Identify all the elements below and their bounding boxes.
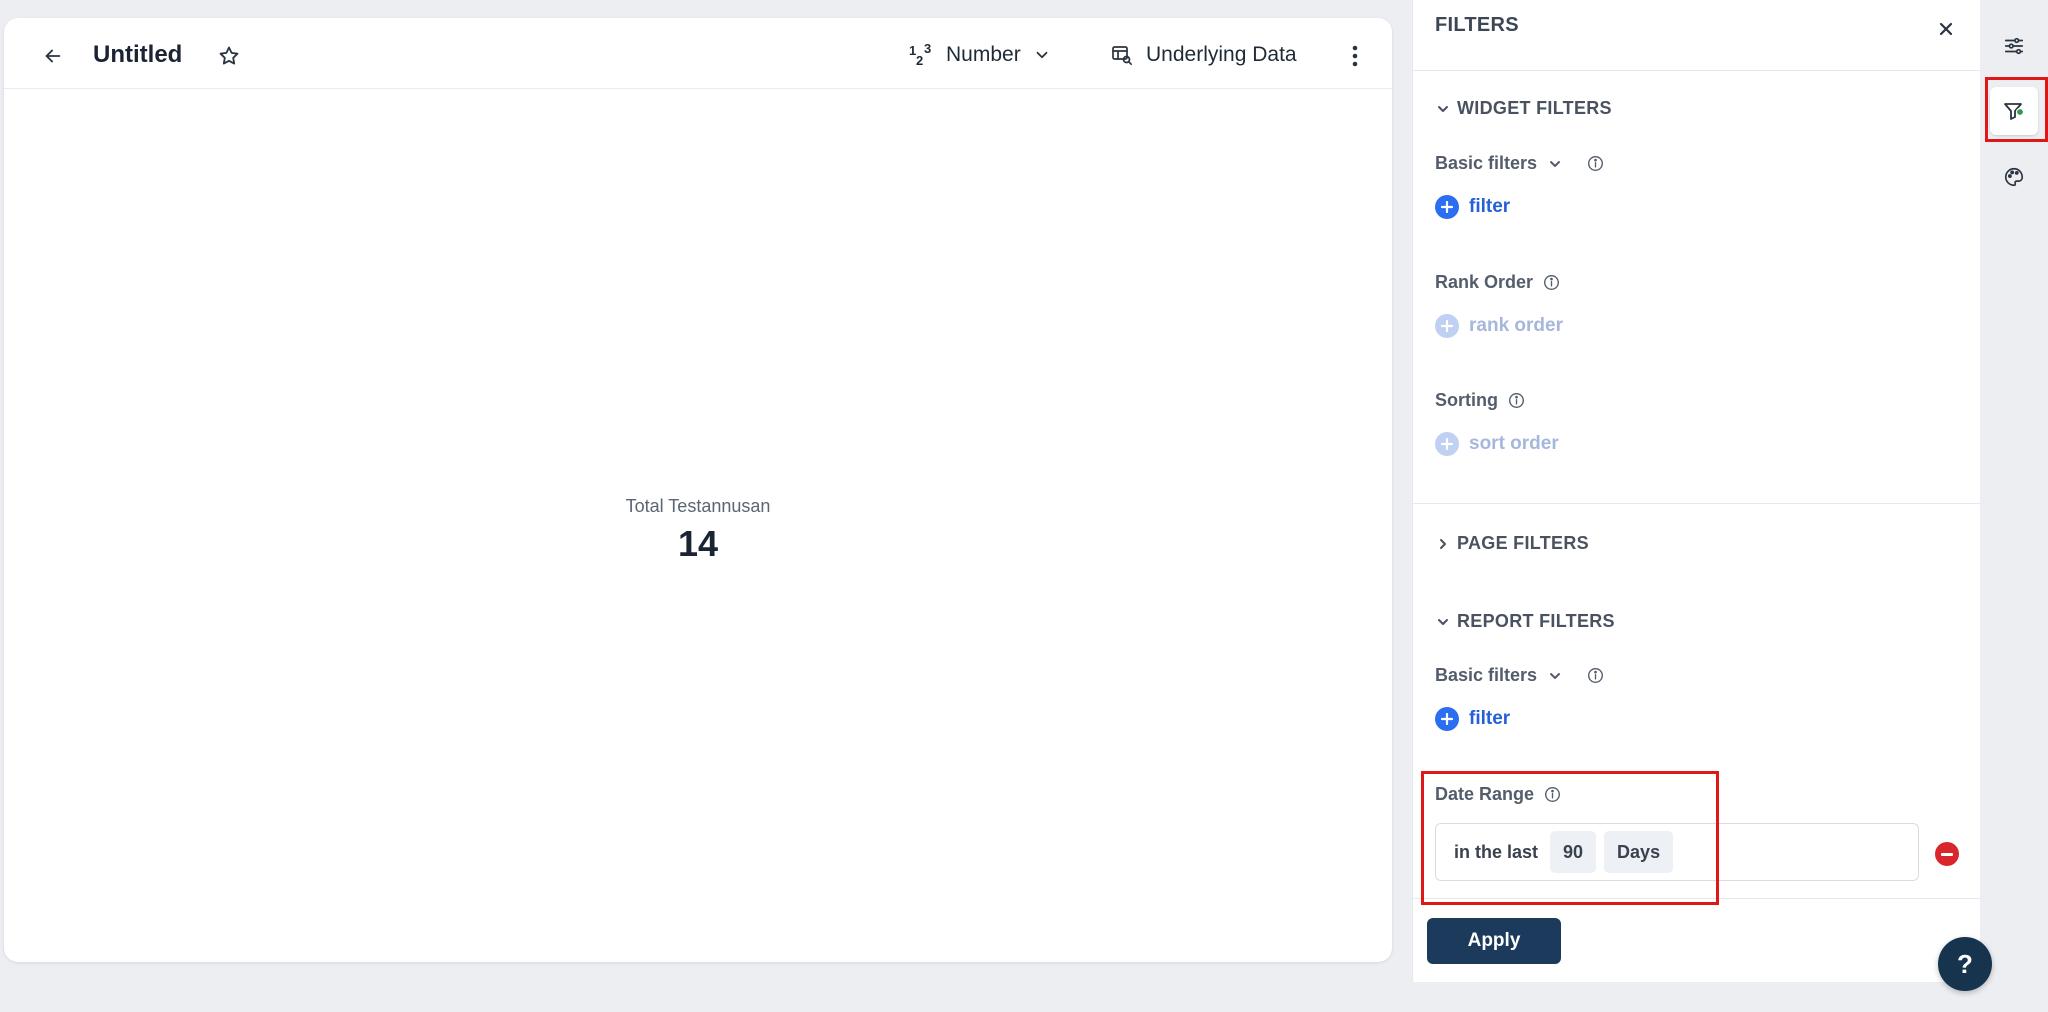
underlying-data-button[interactable]: Underlying Data	[1110, 36, 1297, 74]
rail-filters-button[interactable]	[1990, 87, 2038, 135]
filter-icon	[2004, 103, 2025, 120]
report-basic-filters-header: Basic filters	[1435, 665, 1604, 686]
filters-panel: FILTERS WIDGET FILTERS Basic filters fil…	[1412, 0, 1980, 982]
star-icon	[219, 46, 239, 65]
basic-filters-label: Basic filters	[1435, 665, 1538, 685]
date-range-field[interactable]: in the last 90 Days	[1435, 823, 1919, 881]
rank-order-header: Rank Order	[1435, 272, 1560, 293]
number-icon: 1 2 3	[909, 41, 932, 68]
favorite-button[interactable]	[214, 41, 244, 71]
widget-filters-toggle[interactable]: WIDGET FILTERS	[1435, 98, 1612, 119]
info-icon[interactable]	[1508, 392, 1525, 409]
add-rank-order-button[interactable]: rank order	[1435, 314, 1563, 338]
report-filters-heading: REPORT FILTERS	[1457, 611, 1615, 631]
divider	[1413, 70, 1980, 71]
palette-icon	[2005, 167, 2024, 187]
help-button[interactable]: ?	[1938, 937, 1992, 991]
sorting-header: Sorting	[1435, 390, 1525, 411]
visualization-type-label: Number	[946, 43, 1021, 66]
kebab-icon	[1352, 45, 1358, 67]
chevron-down-icon	[1438, 105, 1448, 112]
widget-card: Untitled 1 2 3 Number Underlying Data To…	[4, 18, 1392, 962]
arrow-left-icon	[45, 49, 61, 63]
underlying-data-label: Underlying Data	[1146, 43, 1297, 66]
info-icon[interactable]	[1543, 274, 1560, 291]
widget-title[interactable]: Untitled	[93, 38, 182, 72]
rank-order-label: Rank Order	[1435, 272, 1534, 292]
page-filters-heading: PAGE FILTERS	[1457, 533, 1589, 553]
plus-icon	[1435, 432, 1459, 456]
close-panel-button[interactable]	[1933, 16, 1959, 42]
date-range-operator[interactable]: in the last	[1454, 842, 1538, 863]
right-rail	[1980, 0, 2048, 1012]
widget-header: Untitled 1 2 3 Number Underlying Data	[4, 18, 1392, 89]
add-sort-order-label: sort order	[1469, 433, 1559, 454]
sliders-icon	[2004, 37, 2024, 55]
chevron-right-icon	[1440, 538, 1446, 549]
rail-style-button[interactable]	[1990, 153, 2038, 201]
widget-filters-heading: WIDGET FILTERS	[1457, 98, 1612, 118]
plus-icon	[1435, 195, 1459, 219]
divider	[1413, 898, 1980, 899]
info-icon[interactable]	[1544, 786, 1561, 803]
metric-value: 14	[677, 523, 719, 564]
plus-icon	[1435, 314, 1459, 338]
plus-icon	[1435, 707, 1459, 731]
rail-settings-button[interactable]	[1990, 22, 2038, 70]
chevron-down-icon	[1438, 618, 1448, 625]
add-widget-filter-button[interactable]: filter	[1435, 195, 1510, 219]
chevron-down-icon[interactable]	[1547, 156, 1563, 172]
chevron-down-icon[interactable]	[1547, 668, 1563, 684]
info-icon[interactable]	[1587, 667, 1604, 684]
add-filter-label: filter	[1469, 708, 1511, 729]
apply-button[interactable]: Apply	[1427, 918, 1561, 964]
date-range-amount[interactable]: 90	[1550, 831, 1597, 873]
info-icon[interactable]	[1587, 155, 1604, 172]
page-filters-toggle[interactable]: PAGE FILTERS	[1435, 533, 1589, 554]
remove-date-range-button[interactable]	[1935, 842, 1959, 866]
more-options-button[interactable]	[1340, 41, 1370, 71]
date-range-unit[interactable]: Days	[1604, 831, 1674, 873]
metric-label: Total Testannusan	[625, 496, 771, 516]
add-filter-label: filter	[1469, 196, 1511, 217]
back-button[interactable]	[38, 41, 68, 71]
sorting-label: Sorting	[1435, 390, 1498, 410]
panel-title: FILTERS	[1435, 14, 1519, 36]
add-rank-order-label: rank order	[1469, 315, 1563, 336]
close-icon	[1939, 22, 1953, 36]
add-report-filter-button[interactable]: filter	[1435, 707, 1510, 731]
basic-filters-label: Basic filters	[1435, 153, 1538, 173]
visualization-type-dropdown[interactable]: 1 2 3 Number	[908, 36, 1051, 74]
report-filters-toggle[interactable]: REPORT FILTERS	[1435, 611, 1615, 632]
chevron-down-icon	[1036, 51, 1048, 59]
date-range-label: Date Range	[1435, 784, 1535, 804]
table-search-icon	[1112, 46, 1133, 66]
date-range-header: Date Range	[1435, 784, 1561, 805]
widget-basic-filters-header: Basic filters	[1435, 153, 1604, 174]
metric-display: Total Testannusan 14	[4, 496, 1392, 565]
add-sort-order-button[interactable]: sort order	[1435, 432, 1559, 456]
divider	[1413, 503, 1980, 504]
